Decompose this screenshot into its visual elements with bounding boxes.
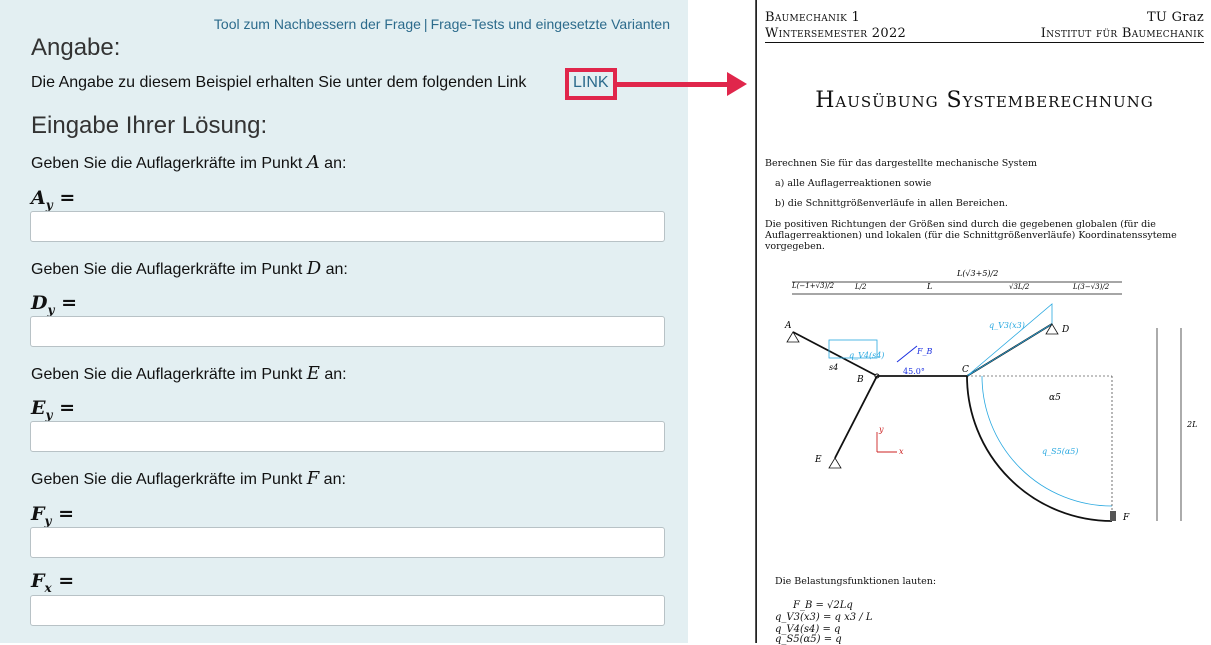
eq-fb: F_B = √2Lq (793, 600, 853, 611)
label-ay-sub: y (45, 197, 53, 212)
eq-qv3: q_V3(x3) = q x3 / L (775, 612, 873, 623)
label-dy-var: D (31, 292, 48, 314)
doc-title: Hausübung Systemberechnung (815, 88, 1154, 113)
doc-university: TU Graz (1146, 10, 1204, 25)
question-f-suffix: an: (323, 471, 346, 488)
node-f-label: F (1122, 513, 1130, 523)
load-qs5-label: q_S5(α5) (1042, 447, 1078, 456)
label-fy: Fy = (31, 503, 75, 528)
eq-qs5: q_S5(α5) = q (775, 634, 842, 645)
doc-course-name: Baumechanik 1 (765, 10, 861, 25)
fy-input[interactable] (30, 527, 665, 558)
label-dy: Dy = (31, 292, 78, 317)
node-a-label: A (784, 321, 792, 331)
doc-item-a: a) alle Auflagerreaktionen sowie (775, 178, 932, 189)
load-qv4-label: q_V4(s4) (849, 351, 884, 360)
dim-seg4-label: √3L/2 (1009, 283, 1030, 291)
assignment-document: Baumechanik 1 TU Graz Wintersemester 202… (756, 0, 1211, 645)
question-tests-link[interactable]: Frage-Tests und eingesetzte Varianten (431, 16, 670, 32)
doc-header-row-1: Baumechanik 1 TU Graz (765, 10, 1204, 25)
toolbar: Tool zum Nachbessern der Frage | Frage-Tes… (214, 16, 670, 32)
question-f-prefix: Geben Sie die Auflagerkräfte im Punkt (31, 471, 303, 488)
label-fy-sub: y (44, 513, 52, 528)
question-e-point: E (306, 363, 320, 384)
axis-x-label: x (899, 447, 904, 456)
dy-input[interactable] (30, 316, 665, 347)
doc-paragraph: Die positiven Richtungen der Größen sind… (765, 219, 1177, 252)
load-qv3-label: q_V3(x3) (989, 321, 1025, 330)
dim-total-label: L(√3+5)/2 (956, 269, 998, 278)
label-ay: Ay = (31, 187, 76, 212)
member-cf-arc (966, 375, 1113, 522)
eingabe-heading: Eingabe Ihrer Lösung: (31, 112, 268, 139)
angabe-heading: Angabe: (31, 34, 121, 61)
question-panel: Tool zum Nachbessern der Frage | Frage-Tes… (0, 0, 688, 643)
dim-seg1-label: L(−1+√3)/2 (791, 282, 835, 290)
dim-seg3-label: L (926, 282, 932, 291)
dim-2l-label: 2L (1186, 420, 1197, 429)
dim-seg5-label: L(3−√3)/2 (1072, 283, 1110, 291)
label-ey-sub: y (45, 407, 53, 422)
label-ey-var: E (31, 397, 46, 419)
question-f-point: F (306, 468, 320, 489)
angabe-text: Die Angabe zu diesem Beispiel erhalten S… (31, 74, 527, 91)
pointer-arrow-icon (727, 72, 747, 96)
ay-input[interactable] (30, 211, 665, 242)
label-fx: Fx = (31, 570, 75, 595)
question-d-suffix: an: (325, 261, 348, 278)
label-ey: Ey = (31, 397, 76, 422)
node-b-label: B (856, 375, 864, 385)
question-a-suffix: an: (324, 155, 347, 172)
angle-label: 45.0° (903, 367, 925, 376)
load-qv3-icon (966, 303, 1053, 377)
force-fb-icon (896, 345, 918, 363)
question-d: Geben Sie die Auflagerkräfte im Punkt D … (31, 258, 348, 279)
axis-y-label: y (878, 425, 884, 434)
fx-input[interactable] (30, 595, 665, 626)
question-a: Geben Sie die Auflagerkräfte im Punkt A … (31, 152, 346, 173)
angabe-link[interactable]: LINK (573, 74, 609, 92)
label-fy-var: F (31, 503, 45, 525)
question-e: Geben Sie die Auflagerkräfte im Punkt E … (31, 363, 347, 384)
improve-question-link[interactable]: Tool zum Nachbessern der Frage (214, 16, 421, 32)
node-d-label: D (1061, 325, 1069, 335)
node-e-label: E (814, 455, 822, 465)
pointer-arrow-line (617, 82, 729, 87)
toolbar-separator: | (423, 16, 428, 32)
label-dy-sub: y (47, 302, 55, 317)
dim-seg2-label: L/2 (854, 283, 867, 291)
load-qs5-icon (981, 375, 1113, 507)
system-diagram: L(√3+5)/2 L(−1+√3)/2 L/2 L √3L/2 L(3−√3)… (784, 269, 1197, 523)
label-fx-sub: x (44, 580, 52, 595)
support-f-icon (1110, 511, 1116, 521)
label-ay-var: A (31, 187, 46, 209)
support-e-icon (828, 457, 842, 469)
force-fb-label: F_B (916, 347, 933, 356)
label-fx-var: F (31, 570, 45, 592)
alpha5-label: α5 (1049, 393, 1061, 403)
member-be (834, 375, 878, 459)
doc-institute: Institut für Baumechanik (1040, 26, 1204, 41)
node-c-label: C (962, 365, 969, 375)
support-d-icon (1045, 323, 1059, 335)
doc-semester: Wintersemester 2022 (765, 26, 907, 41)
ey-input[interactable] (30, 421, 665, 452)
question-a-point: A (306, 152, 320, 173)
question-d-point: D (306, 258, 322, 279)
doc-intro: Berechnen Sie für das dargestellte mecha… (765, 158, 1037, 169)
doc-item-b: b) die Schnittgrößenverläufe in allen Be… (775, 198, 1008, 209)
question-e-suffix: an: (324, 366, 347, 383)
s4-label: s4 (829, 363, 838, 372)
question-d-prefix: Geben Sie die Auflagerkräfte im Punkt (31, 261, 303, 278)
doc-header-rule (765, 42, 1204, 43)
doc-loads-intro: Die Belastungsfunktionen lauten: (775, 576, 937, 587)
question-e-prefix: Geben Sie die Auflagerkräfte im Punkt (31, 366, 303, 383)
question-a-prefix: Geben Sie die Auflagerkräfte im Punkt (31, 155, 303, 172)
question-f: Geben Sie die Auflagerkräfte im Punkt F … (31, 468, 346, 489)
doc-header-row-2: Wintersemester 2022 Institut für Baumech… (765, 26, 1204, 41)
